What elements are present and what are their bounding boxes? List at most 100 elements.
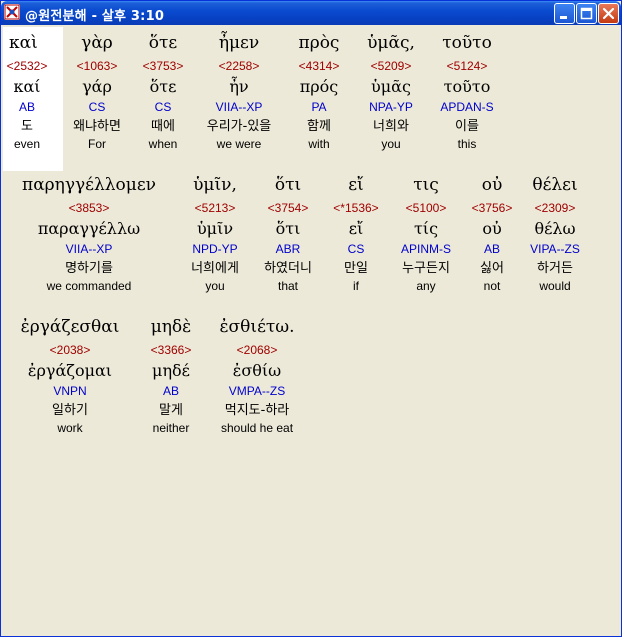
korean-gloss: 함께 bbox=[307, 119, 331, 134]
korean-gloss: 도 bbox=[21, 119, 33, 134]
maximize-button[interactable] bbox=[576, 3, 597, 24]
korean-gloss: 누구든지 bbox=[402, 261, 450, 276]
strongs-number: <2532> bbox=[6, 59, 48, 73]
word-hoti[interactable]: ὅτι <3754> ὅτι ABR 하였더니 that bbox=[255, 177, 321, 293]
greek-word: ὅτι bbox=[274, 175, 302, 195]
lemma: παραγγέλλω bbox=[37, 219, 141, 238]
lemma: θέλω bbox=[534, 219, 576, 238]
strongs-number: <3753> bbox=[142, 59, 184, 73]
word-pros[interactable]: πρὸς <4314> πρός PA 함께 with bbox=[285, 35, 353, 151]
english-gloss: we were bbox=[216, 137, 262, 151]
lemma: γάρ bbox=[82, 77, 112, 96]
word-humas[interactable]: ὑμᾶς, <5209> ὑμᾶς NPA-YP 너희와 you bbox=[355, 35, 427, 151]
word-mede[interactable]: μηδὲ <3366> μηδέ AB 말게 neither bbox=[135, 319, 207, 435]
greek-word: μηδὲ bbox=[150, 317, 192, 337]
korean-gloss: 하였더니 bbox=[264, 261, 312, 276]
english-gloss: when bbox=[148, 137, 178, 151]
word-gar[interactable]: γὰρ <1063> γάρ CS 왜냐하면 For bbox=[61, 35, 133, 151]
parsing-code: VIIA--XP bbox=[65, 242, 113, 256]
lemma: τοῦτο bbox=[443, 77, 491, 96]
strongs-number: <3754> bbox=[267, 201, 309, 215]
lemma: ἦν bbox=[229, 77, 249, 96]
word-tis[interactable]: τις <5100> τίς APINM-S 누구든지 any bbox=[391, 177, 461, 293]
strongs-number: <1063> bbox=[76, 59, 118, 73]
korean-gloss: 우리가-있을 bbox=[206, 119, 272, 134]
english-gloss: any bbox=[416, 279, 436, 293]
english-gloss: we commanded bbox=[46, 279, 132, 293]
strongs-number: <2258> bbox=[218, 59, 260, 73]
parsing-code: APINM-S bbox=[400, 242, 451, 256]
parsing-code: CS bbox=[347, 242, 365, 256]
title-bar[interactable]: @원전분해 - 살후 3:10 bbox=[1, 1, 621, 25]
parsing-code: NPA-YP bbox=[369, 100, 413, 114]
strongs-number: <5124> bbox=[446, 59, 488, 73]
app-icon[interactable] bbox=[4, 4, 20, 20]
word-ou[interactable]: οὐ <3756> οὐ AB 싫어 not bbox=[465, 177, 519, 293]
greek-word: ὅτε bbox=[148, 33, 178, 53]
strongs-number: <5209> bbox=[370, 59, 412, 73]
lemma: εἴ bbox=[348, 219, 364, 238]
lemma: οὐ bbox=[482, 219, 502, 238]
word-parengellomen[interactable]: παρηγγέλλομεν <3853> παραγγέλλω VIIA--XP… bbox=[5, 177, 173, 293]
english-gloss: that bbox=[277, 279, 298, 293]
strongs-number: <*1536> bbox=[333, 201, 379, 215]
korean-gloss: 이를 bbox=[455, 119, 479, 134]
lemma: ὑμᾶς bbox=[371, 77, 411, 96]
english-gloss: you bbox=[205, 279, 225, 293]
strongs-number: <5100> bbox=[405, 201, 447, 215]
english-gloss: should he eat bbox=[220, 421, 294, 435]
parsing-code: ABR bbox=[275, 242, 301, 256]
greek-word: ἐσθιέτω. bbox=[219, 317, 295, 337]
english-gloss: neither bbox=[152, 421, 190, 435]
word-emen[interactable]: ἦμεν <2258> ἦν VIIA--XP 우리가-있을 we were bbox=[201, 35, 277, 151]
parsing-code: AB bbox=[162, 384, 179, 398]
korean-gloss: 왜냐하면 bbox=[73, 119, 121, 134]
korean-gloss: 너희와 bbox=[373, 119, 409, 134]
korean-gloss: 만일 bbox=[344, 261, 368, 276]
lemma: καί bbox=[13, 77, 41, 96]
greek-word: καὶ bbox=[9, 33, 38, 53]
strongs-number: <4314> bbox=[298, 59, 340, 73]
strongs-number: <3756> bbox=[471, 201, 513, 215]
parsing-code: VNPN bbox=[53, 384, 87, 398]
korean-gloss: 너희에게 bbox=[191, 261, 239, 276]
lemma: τίς bbox=[413, 219, 439, 238]
strongs-number: <2038> bbox=[49, 343, 91, 357]
word-hote[interactable]: ὅτε <3753> ὅτε CS 때에 when bbox=[133, 35, 193, 151]
word-kai[interactable]: καὶ <2532> καί AB 도 even bbox=[5, 35, 49, 151]
close-icon bbox=[602, 7, 615, 20]
lemma: μηδέ bbox=[152, 361, 190, 380]
strongs-number: <3366> bbox=[150, 343, 192, 357]
parsing-code: NPD-YP bbox=[192, 242, 238, 256]
greek-word: θέλει bbox=[532, 175, 578, 195]
english-gloss: even bbox=[13, 137, 41, 151]
english-gloss: this bbox=[457, 137, 477, 151]
english-gloss: work bbox=[57, 421, 83, 435]
korean-gloss: 싫어 bbox=[480, 261, 504, 276]
greek-word: ἐργάζεσθαι bbox=[20, 317, 120, 337]
word-thelei[interactable]: θέλει <2309> θέλω VIPA--ZS 하거든 would bbox=[519, 177, 591, 293]
greek-word: γὰρ bbox=[81, 33, 113, 53]
word-touto[interactable]: τοῦτο <5124> τοῦτο APDAN-S 이를 this bbox=[429, 35, 505, 151]
parsing-code: VIIA--XP bbox=[215, 100, 263, 114]
parsing-code: VIPA--ZS bbox=[530, 242, 580, 256]
strongs-number: <5213> bbox=[194, 201, 236, 215]
english-gloss: with bbox=[308, 137, 330, 151]
word-humin[interactable]: ὑμῖν, <5213> ὑμῖν NPD-YP 너희에게 you bbox=[177, 177, 253, 293]
word-ei[interactable]: εἴ <*1536> εἴ CS 만일 if bbox=[323, 177, 389, 293]
minimize-button[interactable] bbox=[554, 3, 575, 24]
greek-word: πρὸς bbox=[298, 33, 340, 53]
korean-gloss: 먹지도-하라 bbox=[224, 403, 290, 418]
greek-word: εἴ bbox=[348, 175, 364, 195]
greek-word: ἦμεν bbox=[218, 33, 260, 53]
english-gloss: you bbox=[381, 137, 401, 151]
lemma: ὅτε bbox=[149, 77, 177, 96]
close-button[interactable] bbox=[598, 3, 619, 24]
parsing-code: AB bbox=[18, 100, 35, 114]
word-ergazesthai[interactable]: ἐργάζεσθαι <2038> ἐργάζομαι VNPN 일하기 wor… bbox=[5, 319, 135, 435]
word-esthieto[interactable]: ἐσθιέτω. <2068> ἐσθίω VMPA--ZS 먹지도-하라 sh… bbox=[207, 319, 307, 435]
strongs-number: <2309> bbox=[534, 201, 576, 215]
english-gloss: For bbox=[88, 137, 106, 151]
lemma: ἐργάζομαι bbox=[27, 361, 113, 380]
parsing-code: PA bbox=[311, 100, 327, 114]
